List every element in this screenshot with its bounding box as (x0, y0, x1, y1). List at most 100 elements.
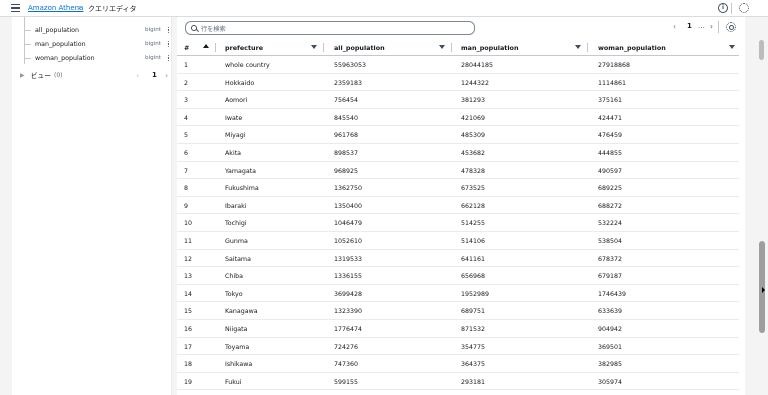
more-options-icon[interactable] (167, 54, 170, 62)
table-row[interactable]: 16 Niigata 1776474 871532 904942 (177, 320, 739, 338)
cell-prefecture: Toyama (225, 343, 250, 351)
table-row[interactable]: 12 Saitama 1319533 641161 678372 (177, 250, 739, 268)
more-options-icon[interactable] (167, 40, 170, 48)
next-page-button[interactable]: › (710, 22, 713, 31)
cell-all-population: 1776474 (334, 325, 363, 333)
cell-all-population: 898537 (334, 149, 359, 157)
page-scrollbar-track[interactable] (757, 17, 768, 395)
column-item-all-population[interactable]: all_population bigint (24, 23, 172, 37)
cell-woman-population: 532224 (598, 220, 623, 228)
cell-prefecture: Miyagi (225, 132, 246, 140)
table-row[interactable]: 14 Tokyo 3699428 1952989 1746439 (177, 285, 739, 303)
tree-branch-line (24, 29, 31, 31)
divider (731, 3, 732, 14)
page-number-1[interactable]: 1 (687, 22, 692, 30)
column-item-woman-population[interactable]: woman_population bigint (24, 51, 172, 65)
scrollbar-thumb[interactable] (759, 40, 764, 60)
sort-icon[interactable] (575, 45, 581, 49)
cell-prefecture: Iwate (225, 114, 243, 122)
column-header-all-population[interactable]: all_population (334, 44, 385, 52)
table-row[interactable]: 3 Aomori 756454 381293 375161 (177, 91, 739, 109)
sort-icon[interactable] (311, 45, 317, 49)
breadcrumb-current-page: クエリエディタ (88, 5, 137, 13)
cell-prefecture: Ibaraki (225, 202, 247, 210)
column-item-man-population[interactable]: man_population bigint (24, 37, 172, 51)
views-next-page-button[interactable]: › (165, 71, 168, 80)
tree-branch-line (24, 57, 31, 59)
cell-woman-population: 1746439 (598, 290, 627, 298)
sort-icon[interactable] (439, 45, 445, 49)
cell-all-population: 599155 (334, 378, 359, 386)
row-search-input[interactable]: 行を検索 (185, 21, 475, 35)
cell-index: 17 (184, 343, 193, 351)
cell-man-population: 421069 (461, 114, 486, 122)
column-resizer[interactable] (587, 43, 588, 52)
column-header-prefecture[interactable]: prefecture (225, 44, 263, 52)
table-row[interactable]: 5 Miyagi 961768 485309 476459 (177, 126, 739, 144)
cell-all-population: 55963053 (334, 62, 367, 69)
views-prev-page-button[interactable]: ‹ (136, 71, 139, 80)
table-row[interactable]: 8 Fukushima 1362750 673525 689225 (177, 179, 739, 197)
table-preferences-gear-icon[interactable] (726, 22, 736, 32)
expand-caret-icon[interactable]: ▶ (20, 72, 25, 79)
cell-prefecture: Gunma (225, 237, 248, 245)
cell-index: 15 (184, 308, 193, 316)
column-header-man-population[interactable]: man_population (461, 44, 519, 52)
cell-index: 16 (184, 325, 193, 333)
table-row[interactable]: 9 Ibaraki 1350400 662128 688272 (177, 197, 739, 215)
sort-icon[interactable] (729, 45, 735, 49)
table-row[interactable]: 13 Chiba 1336155 656968 679187 (177, 267, 739, 285)
cell-woman-population: 382985 (598, 361, 623, 369)
top-navigation-bar: Amazon Athena › クエリエディタ i (0, 0, 768, 17)
table-row[interactable]: 10 Tochigi 1046479 514255 532224 (177, 214, 739, 232)
cell-index: 8 (184, 185, 189, 193)
column-header-woman-population[interactable]: woman_population (598, 44, 666, 52)
column-resizer[interactable] (451, 43, 452, 52)
cell-woman-population: 1114861 (598, 79, 627, 87)
breadcrumb-amazon-athena-link[interactable]: Amazon Athena (28, 4, 83, 12)
cell-woman-population: 904942 (598, 325, 623, 333)
cell-prefecture: Saitama (225, 255, 251, 263)
info-icon[interactable]: i (718, 3, 728, 13)
table-row[interactable]: 15 Kanagawa 1323390 689751 633639 (177, 302, 739, 320)
column-resizer[interactable] (215, 43, 216, 52)
menu-icon[interactable] (11, 4, 20, 12)
more-options-icon[interactable] (167, 26, 170, 34)
table-row[interactable]: 11 Gunma 1052610 514106 538504 (177, 232, 739, 250)
prev-page-button[interactable]: ‹ (673, 22, 676, 31)
cell-man-population: 1244322 (461, 79, 490, 87)
table-row[interactable]: 17 Toyama 724276 354775 369501 (177, 338, 739, 356)
cell-man-population: 673525 (461, 185, 486, 193)
cell-man-population: 485309 (461, 132, 486, 140)
sort-ascending-icon[interactable] (203, 44, 209, 48)
table-body: 1 whole country 55963053 28044185 27918868 2 H… (177, 56, 739, 391)
cell-man-population: 514106 (461, 237, 486, 245)
views-current-page[interactable]: 1 (152, 71, 157, 79)
table-row[interactable]: 18 Ishikawa 747360 364375 382985 (177, 355, 739, 373)
cell-woman-population: 27918868 (598, 62, 631, 69)
cell-woman-population: 678372 (598, 255, 623, 263)
table-row[interactable]: 7 Yamagata 968925 478328 490597 (177, 162, 739, 180)
cell-all-population: 747360 (334, 361, 359, 369)
table-explorer-panel: all_population bigint man_population big… (12, 17, 172, 395)
cell-all-population: 724276 (334, 343, 359, 351)
column-resizer[interactable] (323, 43, 324, 52)
table-row[interactable]: 6 Akita 898537 453682 444855 (177, 144, 739, 162)
views-section[interactable]: ▶ ビュー (0) ‹ 1 › (20, 69, 170, 81)
column-type: bigint (145, 41, 161, 47)
cell-woman-population: 305974 (598, 378, 623, 386)
column-name: woman_population (35, 54, 95, 62)
cell-index: 11 (184, 237, 193, 245)
cell-index: 1 (184, 62, 189, 69)
table-row[interactable]: 1 whole country 55963053 28044185 27918868 (177, 56, 739, 74)
cell-woman-population: 538504 (598, 237, 623, 245)
settings-icon[interactable] (739, 3, 749, 13)
cell-man-population: 453682 (461, 149, 486, 157)
search-placeholder: 行を検索 (201, 25, 226, 33)
table-row[interactable]: 4 Iwate 845540 421069 424471 (177, 109, 739, 127)
table-row[interactable]: 19 Fukui 599155 293181 305974 (177, 373, 739, 391)
column-type: bigint (145, 27, 161, 33)
cell-index: 18 (184, 361, 193, 369)
table-row[interactable]: 2 Hokkaido 2359183 1244322 1114861 (177, 74, 739, 92)
cell-all-population: 1323390 (334, 308, 363, 316)
